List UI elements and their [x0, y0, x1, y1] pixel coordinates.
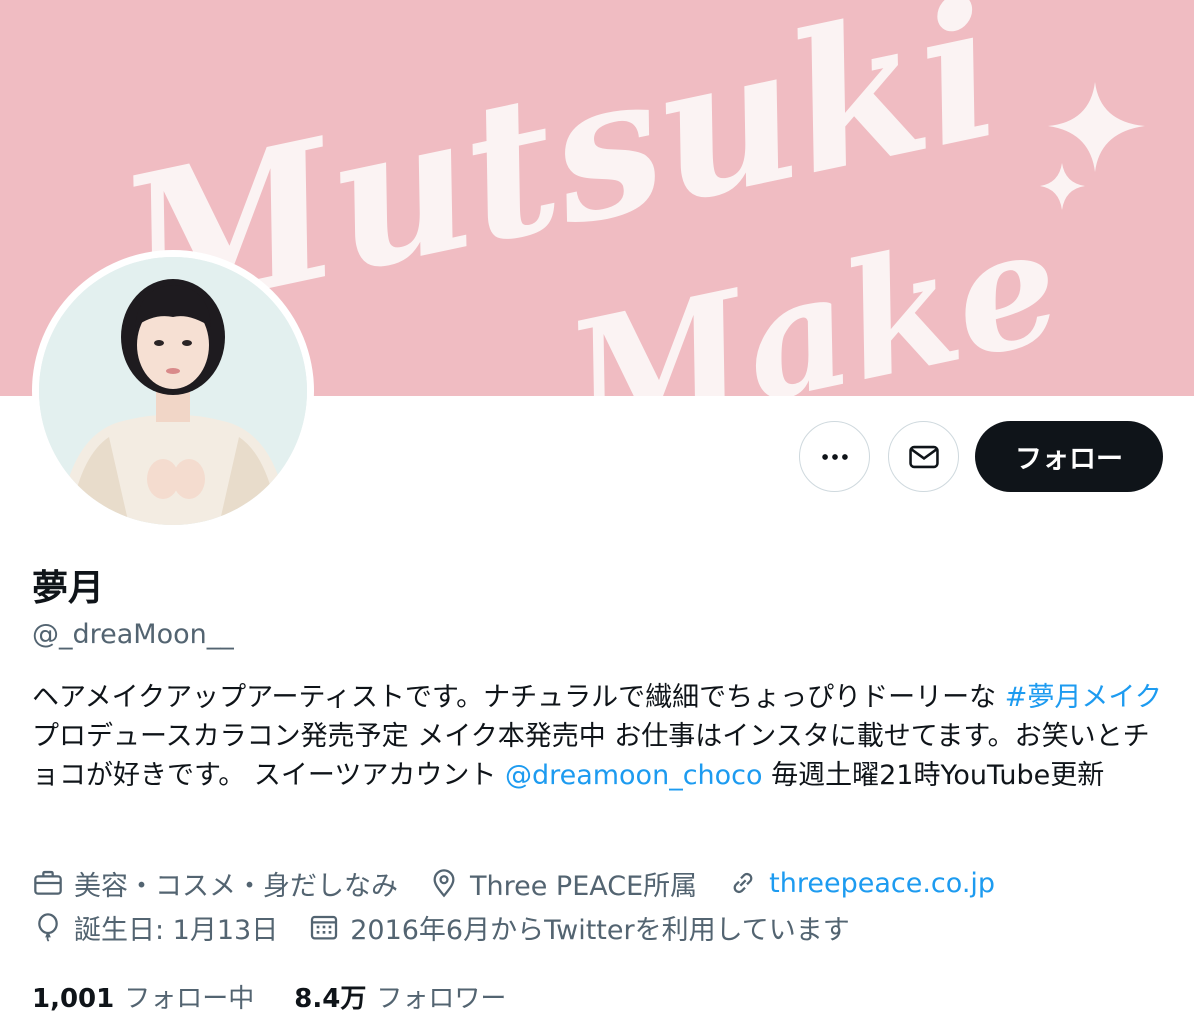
envelope-icon — [908, 445, 939, 468]
following-stat[interactable]: 1,001 フォロー中 — [32, 978, 254, 1015]
more-icon — [821, 453, 848, 460]
message-button[interactable] — [888, 421, 959, 492]
category-item: 美容・コスメ・身だしなみ — [32, 864, 398, 903]
location-pin-icon — [433, 869, 455, 898]
bio-text-3: 毎週土曜21時YouTube更新 — [762, 760, 1105, 791]
balloon-icon — [38, 913, 58, 942]
sparkle-large-icon — [1048, 82, 1145, 172]
birthday-text: 誕生日: 1月13日 — [74, 914, 279, 946]
link-icon — [733, 872, 753, 894]
followers-count: 8.4万 — [294, 984, 367, 1014]
profile-meta-row-2: 誕生日: 1月13日 2016年6月からTwitterを利用しています — [32, 908, 880, 947]
avatar[interactable] — [39, 257, 307, 525]
profile-bio: ヘアメイクアップアーティストです。ナチュラルで繊細でちょっぴりドーリーな #夢月… — [32, 678, 1167, 795]
following-count: 1,001 — [32, 984, 115, 1014]
profile-meta-row-1: 美容・コスメ・身だしなみ Three PEACE所属 threepeace.co… — [32, 864, 1025, 903]
bio-mention-link[interactable]: @dreamoon_choco — [505, 760, 763, 791]
user-handle: @_dreaMoon__ — [32, 619, 234, 650]
category-text: 美容・コスメ・身だしなみ — [74, 870, 398, 902]
followers-label: フォロワー — [376, 984, 507, 1014]
briefcase-icon — [34, 870, 62, 895]
display-name: 夢月 — [32, 568, 105, 609]
location-item: Three PEACE所属 — [428, 864, 697, 903]
joined-text: 2016年6月からTwitterを利用しています — [350, 914, 850, 946]
bio-hashtag-link[interactable]: #夢月メイク — [1005, 682, 1162, 713]
joined-item: 2016年6月からTwitterを利用しています — [308, 908, 850, 947]
followers-stat[interactable]: 8.4万 フォロワー — [294, 978, 506, 1015]
more-options-button[interactable] — [799, 421, 870, 492]
follow-button[interactable]: フォロー — [975, 421, 1163, 492]
bio-text-1: ヘアメイクアップアーティストです。ナチュラルで繊細でちょっぴりドーリーな — [32, 682, 1005, 713]
follow-stats: 1,001 フォロー中 8.4万 フォロワー — [32, 978, 546, 1015]
website-item: threepeace.co.jp — [727, 867, 995, 899]
website-link[interactable]: threepeace.co.jp — [769, 868, 995, 899]
birthday-item: 誕生日: 1月13日 — [32, 908, 278, 947]
calendar-icon — [311, 915, 338, 940]
sparkle-small-icon — [1040, 163, 1085, 210]
following-label: フォロー中 — [124, 984, 255, 1014]
location-text: Three PEACE所属 — [470, 870, 698, 902]
